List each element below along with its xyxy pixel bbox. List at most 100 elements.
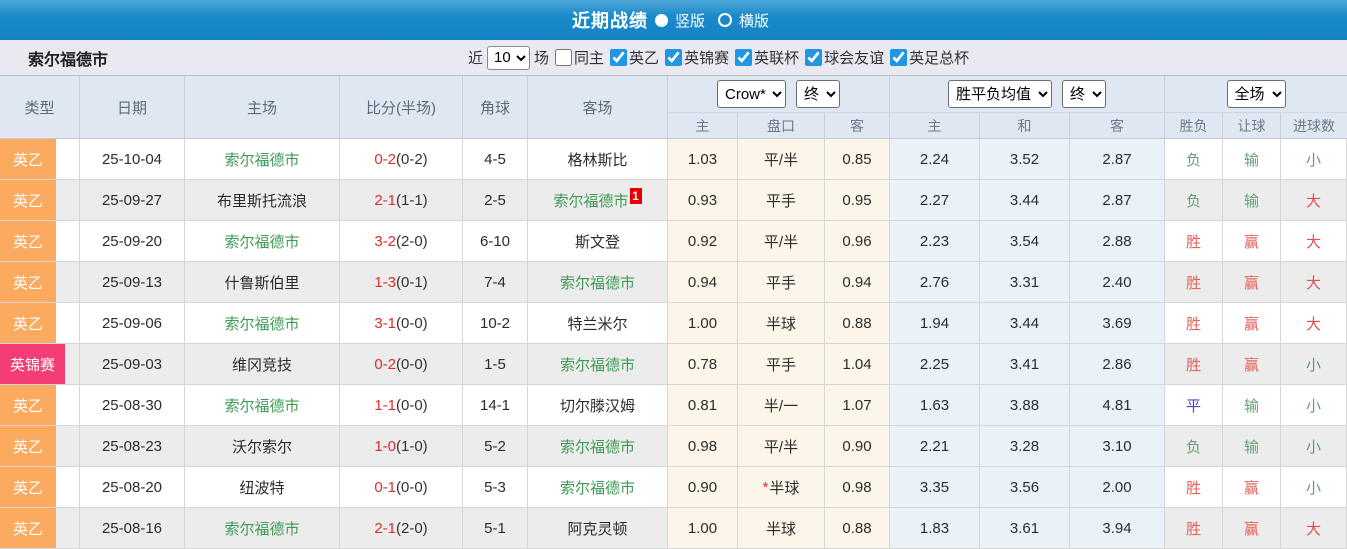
away-team-link[interactable]: 索尔福德市 bbox=[553, 190, 628, 211]
avg-away-cell: 2.88 bbox=[1070, 221, 1165, 262]
league-type-badge: 英乙 bbox=[0, 221, 56, 261]
subheader-odds-home: 主 bbox=[668, 112, 738, 138]
away-team-link[interactable]: 阿克灵顿 bbox=[567, 518, 627, 539]
avg-home-cell: 3.35 bbox=[890, 467, 980, 508]
result-cell: 负 bbox=[1165, 180, 1223, 221]
home-team-cell: 维冈竞技 bbox=[185, 344, 340, 385]
away-team-link[interactable]: 切尔滕汉姆 bbox=[560, 395, 635, 416]
avg-away-cell: 3.10 bbox=[1070, 426, 1165, 467]
date-cell: 25-08-16 bbox=[80, 508, 185, 549]
league-type-badge: 英乙 bbox=[0, 180, 56, 220]
subheader-goals: 进球数 bbox=[1281, 112, 1347, 138]
full-score: 0-1 bbox=[374, 478, 396, 496]
score-cell: 0-1 (0-0) bbox=[340, 467, 463, 508]
home-team-link[interactable]: 索尔福德市 bbox=[224, 518, 299, 539]
avg-time-select[interactable]: 终 bbox=[1062, 80, 1106, 108]
home-team-cell: 布里斯托流浪 bbox=[185, 180, 340, 221]
half-score: (0-0) bbox=[396, 314, 428, 332]
goals-result-cell: 小 bbox=[1281, 467, 1347, 508]
avg-odds-select[interactable]: 胜平负均值 bbox=[948, 80, 1052, 108]
spread-result-cell: 赢 bbox=[1223, 262, 1281, 303]
date-cell: 25-10-04 bbox=[80, 139, 185, 180]
match-row: 英乙 25-09-27 布里斯托流浪 2-1 (1-1) 2-5 索尔福德市 1 0.93 平手 0… bbox=[0, 180, 1347, 221]
league-type-badge: 英乙 bbox=[0, 508, 56, 548]
home-team-link[interactable]: 什鲁斯伯里 bbox=[224, 272, 299, 293]
home-team-link[interactable]: 索尔福德市 bbox=[224, 313, 299, 334]
away-team-cell: 阿克灵顿 bbox=[528, 508, 668, 549]
avg-home-cell: 2.27 bbox=[890, 180, 980, 221]
home-team-cell: 索尔福德市 bbox=[185, 303, 340, 344]
home-team-link[interactable]: 索尔福德市 bbox=[224, 231, 299, 252]
full-score: 0-2 bbox=[374, 150, 396, 168]
odds-home-cell: 0.78 bbox=[668, 344, 738, 385]
vertical-layout-radio[interactable] bbox=[654, 13, 668, 27]
handicap-cell: 平/半 bbox=[738, 426, 825, 467]
type-cell: 英乙 bbox=[0, 508, 80, 549]
horizontal-layout-radio[interactable] bbox=[718, 13, 732, 27]
home-team-link[interactable]: 布里斯托流浪 bbox=[217, 190, 307, 211]
away-team-link[interactable]: 斯文登 bbox=[575, 231, 620, 252]
spread-result-cell: 赢 bbox=[1223, 303, 1281, 344]
home-team-link[interactable]: 索尔福德市 bbox=[224, 149, 299, 170]
goals-result-cell: 小 bbox=[1281, 139, 1347, 180]
goals-result-cell: 大 bbox=[1281, 508, 1347, 549]
result-cell: 胜 bbox=[1165, 221, 1223, 262]
result-cell: 胜 bbox=[1165, 467, 1223, 508]
corner-cell: 5-1 bbox=[463, 508, 528, 549]
league-checkbox[interactable] bbox=[805, 49, 823, 66]
corner-cell: 2-5 bbox=[463, 180, 528, 221]
odds-away-cell: 0.90 bbox=[825, 426, 890, 467]
away-team-link[interactable]: 索尔福德市 bbox=[560, 436, 635, 457]
league-label: 英联杯 bbox=[754, 50, 800, 67]
match-row: 英乙 25-08-30 索尔福德市 1-1 (0-0) 14-1 切尔滕汉姆 0.81 半/一 1… bbox=[0, 385, 1347, 426]
score-cell: 0-2 (0-0) bbox=[340, 344, 463, 385]
vertical-layout-label[interactable]: 竖版 bbox=[675, 10, 705, 31]
league-checkbox[interactable] bbox=[735, 49, 753, 66]
home-team-link[interactable]: 沃尔索尔 bbox=[232, 436, 292, 457]
league-checkbox[interactable] bbox=[610, 49, 628, 66]
recent-results-panel: 近期战绩 竖版 横版 索尔福德市 近 10 场 同主 英乙 英锦赛 英联杯 球会友谊英… bbox=[0, 0, 1347, 549]
odds-company-select[interactable]: Crow* bbox=[717, 80, 786, 108]
corner-cell: 7-4 bbox=[463, 262, 528, 303]
spread-result-cell: 赢 bbox=[1223, 508, 1281, 549]
full-score: 0-2 bbox=[374, 355, 396, 373]
result-cell: 负 bbox=[1165, 426, 1223, 467]
type-cell: 英锦赛 bbox=[0, 344, 80, 385]
scope-select[interactable]: 全场 bbox=[1226, 80, 1286, 108]
odds-away-cell: 0.88 bbox=[825, 303, 890, 344]
subheader-spread: 让球 bbox=[1223, 112, 1281, 138]
score-cell: 1-3 (0-1) bbox=[340, 262, 463, 303]
avg-draw-cell: 3.56 bbox=[980, 467, 1070, 508]
league-filter-0: 英乙 bbox=[610, 47, 659, 68]
half-score: (2-0) bbox=[396, 519, 428, 537]
away-team-cell: 格林斯比 bbox=[528, 139, 668, 180]
avg-draw-cell: 3.31 bbox=[980, 262, 1070, 303]
goals-result-cell: 大 bbox=[1281, 262, 1347, 303]
league-checkbox[interactable] bbox=[890, 49, 908, 66]
full-score: 2-1 bbox=[374, 519, 396, 537]
spread-result-cell: 输 bbox=[1223, 426, 1281, 467]
league-filter-1: 英锦赛 bbox=[665, 47, 729, 68]
table-body: 英乙 25-10-04 索尔福德市 0-2 (0-2) 4-5 格林斯比 1.03 平/半 0.8… bbox=[0, 139, 1347, 549]
away-team-link[interactable]: 索尔福德市 bbox=[560, 272, 635, 293]
recent-count-select[interactable]: 10 bbox=[487, 45, 531, 70]
date-cell: 25-09-27 bbox=[80, 180, 185, 221]
handicap-cell: 平/半 bbox=[738, 221, 825, 262]
result-cell: 负 bbox=[1165, 139, 1223, 180]
odds-time-select[interactable]: 终 bbox=[796, 80, 840, 108]
away-team-link[interactable]: 索尔福德市 bbox=[560, 477, 635, 498]
away-team-link[interactable]: 格林斯比 bbox=[567, 149, 627, 170]
away-team-cell: 斯文登 bbox=[528, 221, 668, 262]
away-team-link[interactable]: 索尔福德市 bbox=[560, 354, 635, 375]
horizontal-layout-label[interactable]: 横版 bbox=[739, 10, 769, 31]
league-label: 球会友谊 bbox=[824, 50, 885, 67]
league-checkbox[interactable] bbox=[665, 49, 683, 66]
avg-odds-group: 胜平负均值 终 bbox=[890, 76, 1165, 112]
home-team-link[interactable]: 纽波特 bbox=[239, 477, 284, 498]
same-home-checkbox[interactable] bbox=[555, 49, 573, 66]
type-cell: 英乙 bbox=[0, 385, 80, 426]
home-team-link[interactable]: 索尔福德市 bbox=[224, 395, 299, 416]
home-team-link[interactable]: 维冈竞技 bbox=[232, 354, 292, 375]
away-team-link[interactable]: 特兰米尔 bbox=[567, 313, 627, 334]
handicap-text: 平/半 bbox=[763, 151, 799, 169]
